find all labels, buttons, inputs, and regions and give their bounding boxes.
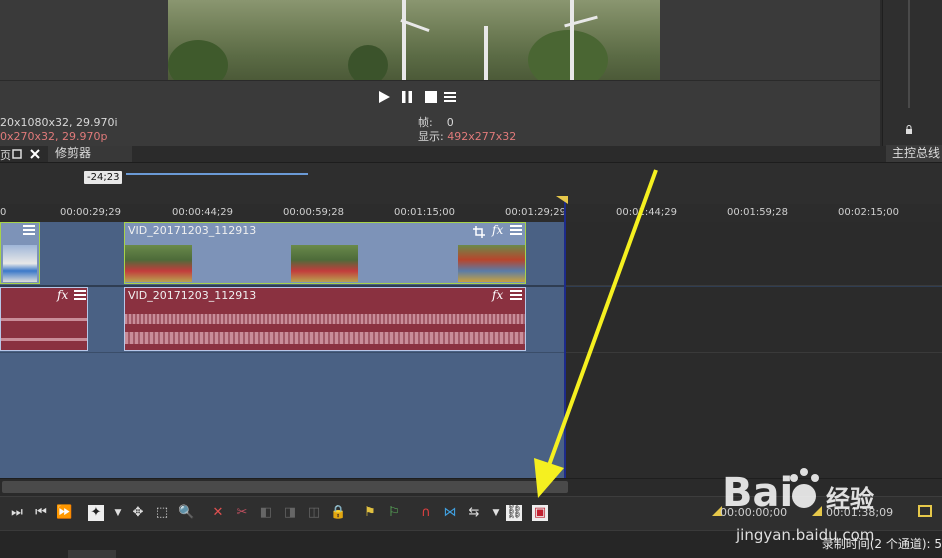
svg-text:Bai: Bai bbox=[722, 470, 793, 516]
timeline-marker-bar[interactable] bbox=[0, 162, 942, 204]
project-format: 20x1080x32, 29.970i bbox=[0, 116, 118, 129]
scrollbar-thumb[interactable] bbox=[2, 481, 568, 493]
frame-value: 0 bbox=[446, 116, 454, 129]
loop-region-bar[interactable] bbox=[126, 173, 308, 175]
status-scroll-thumb[interactable] bbox=[68, 550, 116, 558]
video-clip[interactable]: VID_20171203_112913 fx bbox=[124, 222, 526, 284]
audio-clip[interactable]: VID_20171203_112913 fx bbox=[124, 287, 526, 351]
ruler-tick: 00:02:15;00 bbox=[838, 207, 900, 218]
next-frame-icon[interactable]: ⏩ bbox=[56, 505, 72, 521]
clip-menu-icon[interactable] bbox=[23, 225, 35, 237]
zoom-tool-icon[interactable]: 🔍 bbox=[178, 505, 194, 521]
transport-bar bbox=[0, 80, 880, 112]
selection-tool-icon[interactable]: ⬚ bbox=[154, 505, 170, 521]
previous-frame-icon[interactable]: ⏮ bbox=[33, 505, 49, 521]
ruler-tick: 00:00:59;28 bbox=[283, 207, 345, 218]
trim-end-icon: ◨ bbox=[283, 505, 297, 520]
frame-info: 帧: 0 显示: 492x277x32 bbox=[418, 116, 516, 144]
lock-envelopes-icon[interactable]: ⛓ bbox=[506, 505, 523, 521]
restore-icon[interactable] bbox=[12, 149, 22, 159]
close-icon[interactable] bbox=[30, 149, 40, 159]
dropdown-arrow-icon[interactable]: ▼ bbox=[488, 505, 504, 521]
trim-start-icon: ◧ bbox=[259, 505, 273, 520]
clip-menu-icon[interactable] bbox=[510, 290, 522, 302]
window-tab-bar: 页 bbox=[0, 146, 942, 162]
annotation-arrow bbox=[534, 169, 658, 498]
region-icon[interactable]: ⚐ bbox=[386, 505, 402, 521]
watermark-brand-cn: 经验 bbox=[826, 485, 874, 513]
selection-length-icon bbox=[918, 505, 932, 517]
dropdown-arrow-icon[interactable]: ▼ bbox=[110, 505, 126, 521]
time-ruler[interactable]: 0 00:00:29;29 00:00:44;29 00:00:59;28 00… bbox=[0, 204, 942, 222]
snapping-icon[interactable]: ∩ bbox=[418, 505, 434, 521]
go-to-end-icon[interactable]: ⏭ bbox=[9, 505, 25, 521]
ignore-event-grouping-icon[interactable]: ▣ bbox=[532, 505, 548, 521]
crop-icon[interactable] bbox=[473, 226, 485, 238]
ruler-tick: 00:01:59;28 bbox=[727, 207, 789, 218]
display-value: 492x277x32 bbox=[447, 130, 517, 143]
normal-edit-tool-icon[interactable]: ✦ bbox=[88, 505, 104, 521]
marker-icon[interactable]: ⚑ bbox=[362, 505, 378, 521]
menu-icon[interactable] bbox=[443, 90, 457, 104]
frame-label: 帧: bbox=[418, 116, 433, 129]
audio-clip-name: VID_20171203_112913 bbox=[128, 289, 257, 302]
display-label: 显示: bbox=[418, 130, 444, 143]
video-preview-frame bbox=[168, 0, 660, 80]
fx-icon[interactable]: fx bbox=[492, 223, 503, 237]
project-info: 20x1080x32, 29.970i 0x270x32, 29.970p bbox=[0, 116, 118, 144]
lock-icon[interactable]: 🔒 bbox=[330, 505, 346, 521]
fx-icon[interactable]: fx bbox=[57, 288, 68, 302]
delete-icon[interactable]: ✕ bbox=[210, 505, 226, 521]
ruler-tick: 00:00:44;29 bbox=[172, 207, 234, 218]
watermark-url: jingyan.baidu.com bbox=[736, 526, 875, 544]
baidu-paw-logo: Bai bbox=[722, 468, 819, 516]
ruler-tick: 00:00:29;29 bbox=[60, 207, 122, 218]
stop-icon[interactable] bbox=[424, 90, 438, 104]
tab-master-bus[interactable]: 主控总线 bbox=[886, 145, 942, 162]
ruler-tick: 00:01:15;00 bbox=[394, 207, 456, 218]
pause-icon[interactable] bbox=[400, 90, 414, 104]
clip-menu-icon[interactable] bbox=[510, 225, 522, 237]
ruler-tick: 0 bbox=[0, 207, 7, 218]
envelope-tool-icon[interactable]: ✥ bbox=[130, 505, 146, 521]
lock-icon[interactable] bbox=[905, 125, 913, 134]
auto-crossfade-icon[interactable]: ⋈ bbox=[442, 505, 458, 521]
trim-icon[interactable]: ✂ bbox=[234, 505, 250, 521]
clip-menu-icon[interactable] bbox=[74, 290, 86, 302]
ripple-edit-icon[interactable]: ⇆ bbox=[466, 505, 482, 521]
time-marker-badge[interactable]: -24;23 bbox=[84, 171, 123, 184]
play-icon[interactable] bbox=[377, 90, 391, 104]
master-meter-panel bbox=[882, 0, 942, 146]
audio-clip[interactable]: fx bbox=[0, 287, 88, 351]
video-clip-name: VID_20171203_112913 bbox=[128, 224, 257, 237]
preview-format: 0x270x32, 29.970p bbox=[0, 130, 108, 143]
vegas-editor-window: 20x1080x32, 29.970i 0x270x32, 29.970p 帧:… bbox=[0, 0, 942, 558]
tab-trimmer[interactable]: 修剪器 bbox=[48, 146, 132, 162]
video-clip[interactable] bbox=[0, 222, 40, 284]
split-icon: ◫ bbox=[307, 505, 321, 520]
fx-icon[interactable]: fx bbox=[492, 288, 503, 302]
